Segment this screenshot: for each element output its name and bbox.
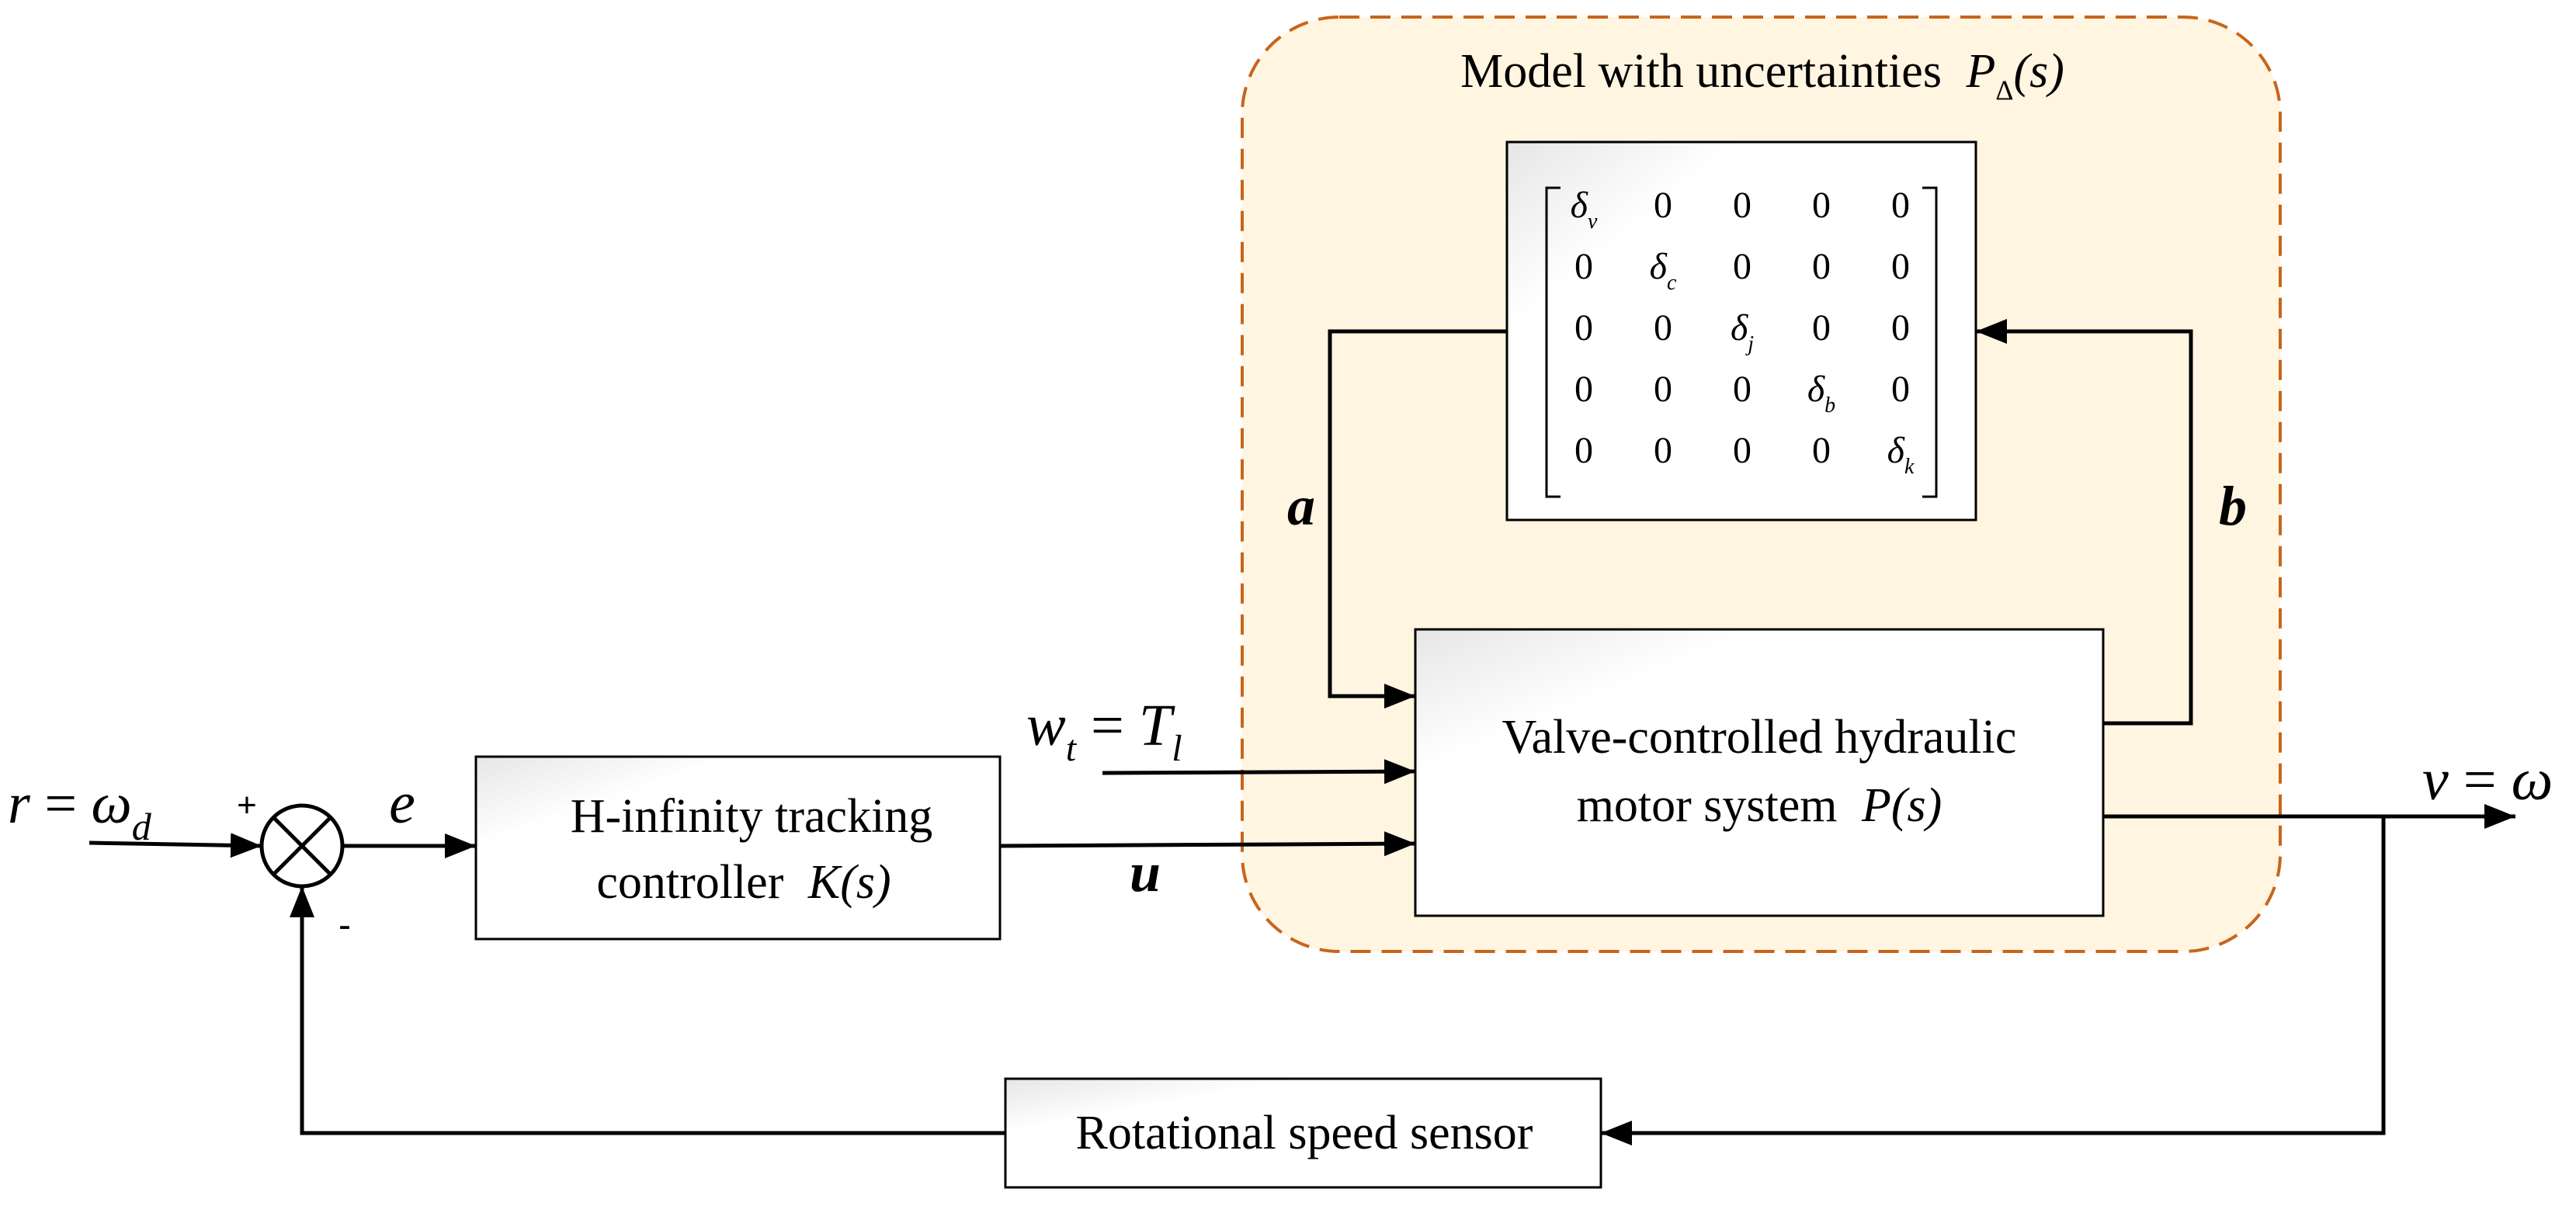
control-signal-line [999, 831, 1416, 857]
plant-label-line2: motor system P(s) [1577, 779, 1942, 832]
sensor-label: Rotational speed sensor [1076, 1107, 1533, 1159]
controller-label-line2: controller K(s) [596, 856, 890, 909]
matrix-cell-zero: 0 [1733, 246, 1751, 287]
matrix-cell-zero: 0 [1812, 307, 1831, 348]
controller-block[interactable] [474, 755, 1002, 941]
summing-minus-sign: - [338, 905, 351, 946]
matrix-cell-zero: 0 [1654, 185, 1672, 226]
matrix-cell-zero: 0 [1574, 430, 1593, 471]
reference-signal-label: r = ωd [8, 772, 152, 848]
matrix-cell-zero: 0 [1574, 307, 1593, 348]
matrix-cell-zero: 0 [1891, 246, 1910, 287]
matrix-cell-zero: 0 [1733, 430, 1751, 471]
block-diagram: Model with uncertainties PΔ(s) δv 0 0 0 00 δc… [8, 16, 2553, 1189]
matrix-cell-zero: 0 [1812, 430, 1831, 471]
matrix-cell-zero: 0 [1654, 369, 1672, 410]
loop-b-label: b [2219, 475, 2247, 537]
matrix-cell-zero: 0 [1812, 246, 1831, 287]
matrix-cell-zero: 0 [1733, 185, 1751, 226]
controller-label-line1: H-infinity tracking [571, 790, 933, 843]
error-signal-label: e [389, 771, 415, 836]
plant-label-line1: Valve-controlled hydraulic [1502, 711, 2017, 764]
summing-junction[interactable] [259, 803, 345, 889]
summing-plus-sign: + [237, 786, 257, 824]
disturbance-signal-line [1102, 759, 1416, 785]
reference-signal-line [89, 833, 262, 858]
matrix-cell-zero: 0 [1654, 430, 1672, 471]
matrix-cell-zero: 0 [1812, 185, 1831, 226]
disturbance-signal-label: wt = Tl [1026, 693, 1182, 769]
loop-a-label: a [1287, 475, 1315, 537]
matrix-cell-zero: 0 [1891, 185, 1910, 226]
control-signal-label: u [1130, 841, 1161, 903]
matrix-cell-zero: 0 [1574, 369, 1593, 410]
uncertainty-region-title: Model with uncertainties PΔ(s) [1460, 45, 2064, 106]
matrix-cell-zero: 0 [1574, 246, 1593, 287]
matrix-cell-zero: 0 [1891, 369, 1910, 410]
matrix-cell-zero: 0 [1891, 307, 1910, 348]
matrix-cell-zero: 0 [1654, 307, 1672, 348]
output-signal-label: v = ω [2422, 747, 2553, 813]
plant-block[interactable] [1414, 628, 2105, 917]
matrix-cell-zero: 0 [1733, 369, 1751, 410]
